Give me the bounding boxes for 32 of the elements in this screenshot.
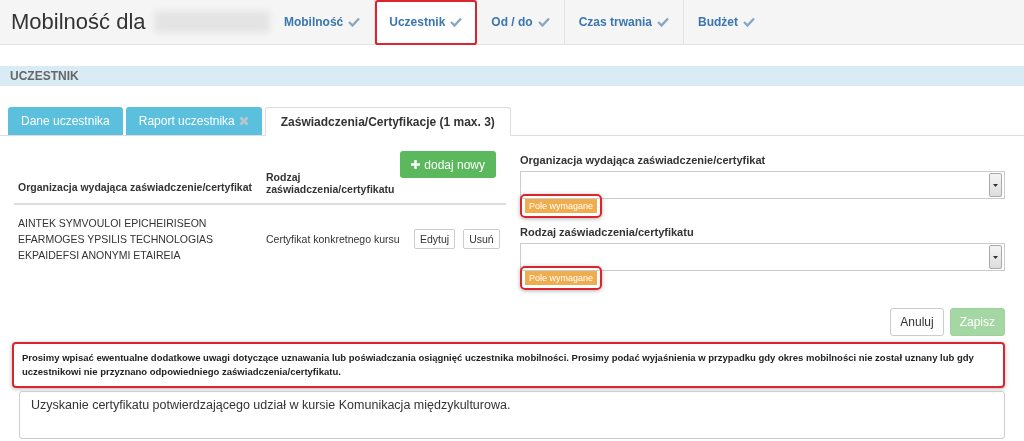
field-label: Organizacja wydająca zaświadczenie/certyfikat bbox=[520, 154, 767, 166]
select-field[interactable] bbox=[520, 243, 1005, 271]
wizard-step[interactable]: Czas trwania bbox=[564, 0, 684, 44]
tab[interactable]: Zaświadczenia/Certyfikacje (1 max. 3) bbox=[264, 107, 511, 136]
column-header: Organizacja wydająca zaświadczenie/certyfikat bbox=[14, 171, 262, 204]
check-icon bbox=[743, 17, 755, 27]
check-icon bbox=[657, 17, 669, 27]
cancel-button[interactable]: Anuluj bbox=[890, 308, 944, 336]
error-badge: Pole wymagane bbox=[525, 199, 598, 213]
close-icon bbox=[238, 116, 249, 126]
add-button[interactable]: dodaj nowy bbox=[400, 151, 496, 178]
column-header: Rodzaj zaświadczenia/certyfikatu bbox=[262, 171, 410, 204]
wizard-step[interactable]: Uczestnik bbox=[375, 0, 478, 45]
select-field[interactable] bbox=[520, 171, 1005, 199]
delete-button[interactable]: Usuń bbox=[463, 229, 500, 249]
wizard-step[interactable]: Budżet bbox=[684, 0, 769, 44]
error-badge: Pole wymagane bbox=[525, 271, 598, 285]
field-label: Rodzaj zaświadczenia/certyfikatu bbox=[520, 226, 695, 238]
caret-icon bbox=[993, 183, 998, 187]
table-cell: Certyfikat konkretnego kursu bbox=[262, 204, 410, 273]
check-icon bbox=[348, 17, 361, 27]
plus-icon bbox=[411, 160, 421, 169]
edit-button[interactable]: Edytuj bbox=[414, 229, 456, 249]
caret-icon bbox=[993, 255, 998, 259]
wizard-step[interactable]: Od / do bbox=[477, 0, 565, 44]
check-icon bbox=[537, 17, 550, 27]
instruction-text: Prosimy wpisać ewentualne dodatkowe uwagi dotyczące uznawania lub poświadczania osiągnięć uczestnika mobilności. Prosimy podać wyjaśnienia w przypadku gdy okres mobilności nie został uznany lub gdy uczestnikowi nie przyznano odpowiedniego zaświadczenia/certyfikatu. bbox=[12, 342, 1005, 388]
comment-field[interactable]: Uzyskanie certyfikatu potwierdzającego udział w kursie Komunikacja międzykulturowa. bbox=[19, 391, 1005, 439]
page-title: Mobilność dla bbox=[10, 9, 146, 35]
check-icon bbox=[450, 16, 463, 27]
table-cell: AINTEK SYMVOULOI EPICHEIRISEON EFARMOGES YPSILIS TECHNOLOGIAS EKPAIDEFSI ANONYMI ETAIREIA bbox=[14, 204, 262, 273]
section-title: UCZESTNIK bbox=[10, 69, 79, 83]
